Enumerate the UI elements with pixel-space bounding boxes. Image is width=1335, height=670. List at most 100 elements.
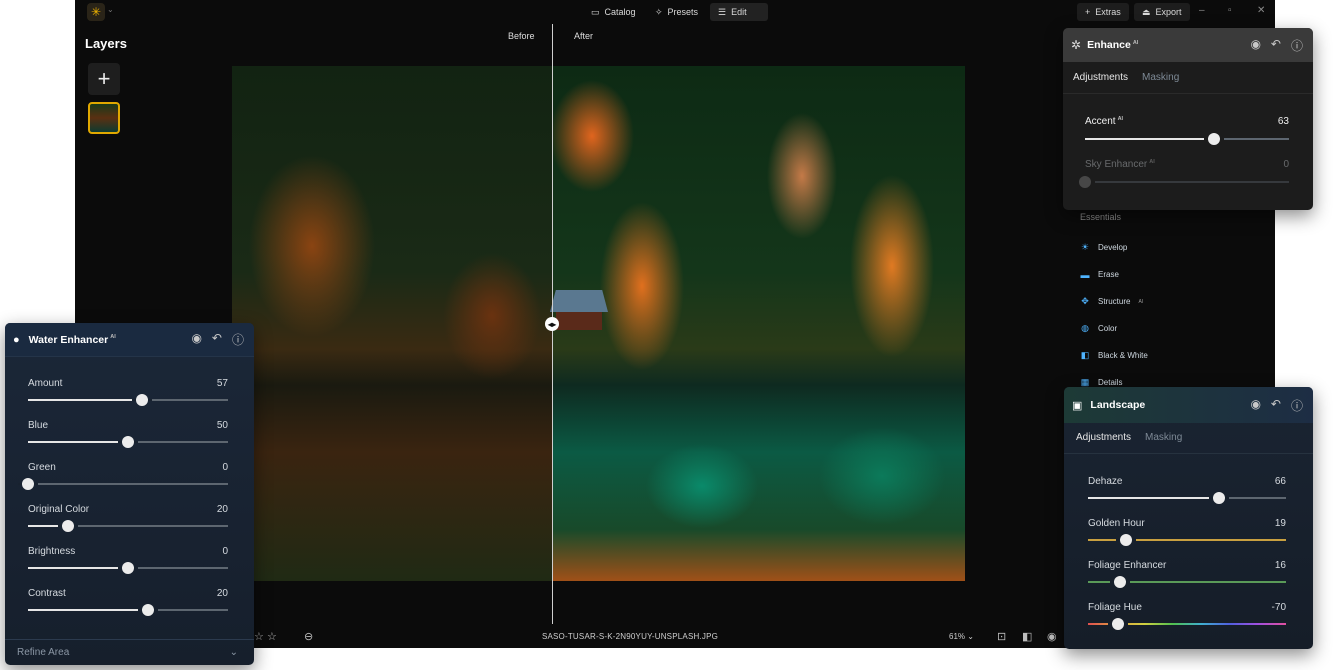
extras-button[interactable]: + Extras xyxy=(1077,3,1129,21)
presets-tab[interactable]: ✧ Presets xyxy=(647,3,706,21)
info-icon[interactable]: ⓘ xyxy=(232,331,244,348)
tab-adjustments[interactable]: Adjustments xyxy=(1076,432,1131,453)
app-logo-icon[interactable]: ✳ xyxy=(87,3,105,21)
slider-track[interactable] xyxy=(28,562,228,574)
close-icon[interactable]: ✕ xyxy=(1257,5,1265,16)
export-label: Export xyxy=(1155,7,1182,17)
zoom-select[interactable]: 61% ⌄ xyxy=(949,632,974,641)
tab-masking[interactable]: Masking xyxy=(1142,72,1179,93)
slider-value: 0 xyxy=(1283,159,1289,170)
slider-track[interactable] xyxy=(28,520,228,532)
visibility-eye-icon[interactable]: ◉ xyxy=(1250,37,1260,54)
minimize-icon[interactable]: – xyxy=(1199,5,1205,16)
contrast-icon: ◧ xyxy=(1080,350,1090,360)
slider-row[interactable]: Dehaze 66 xyxy=(1088,476,1286,506)
sparkle-icon: ✧ xyxy=(655,6,663,17)
slider-thumb[interactable] xyxy=(136,394,148,406)
slider-fill xyxy=(28,399,142,401)
slider-label: Accent AI xyxy=(1085,116,1124,128)
essentials-item-black-white[interactable]: ◧ Black & White xyxy=(1080,342,1260,369)
essentials-item-label: Details xyxy=(1098,378,1123,387)
slider-thumb[interactable] xyxy=(1120,534,1132,546)
undo-icon[interactable]: ↶ xyxy=(212,331,222,348)
layer-thumbnail[interactable] xyxy=(88,102,120,134)
info-icon[interactable]: ⓘ xyxy=(1291,37,1303,54)
enhance-icon: ✲ xyxy=(1071,38,1082,52)
undo-icon[interactable]: ↶ xyxy=(1271,397,1281,414)
sky-enhancer-slider[interactable]: Sky Enhancer AI 0 xyxy=(1075,159,1289,189)
details-icon: ▦ xyxy=(1080,377,1090,387)
slider-row[interactable]: Amount 57 xyxy=(28,378,228,408)
slider-thumb[interactable] xyxy=(142,604,154,616)
refine-area-section[interactable]: Refine Area ⌄ xyxy=(5,639,254,665)
slider-thumb[interactable] xyxy=(1114,576,1126,588)
slider-value: 20 xyxy=(216,588,228,599)
restore-icon[interactable]: ▫ xyxy=(1228,5,1232,16)
water-drop-icon: ● xyxy=(13,333,20,346)
slider-track[interactable] xyxy=(28,436,228,448)
slider-row[interactable]: Blue 50 xyxy=(28,420,228,450)
slider-track[interactable] xyxy=(28,394,228,406)
accent-slider[interactable]: Accent AI 63 xyxy=(1085,116,1289,146)
slider-thumb[interactable] xyxy=(1208,133,1220,145)
slider-track[interactable] xyxy=(28,604,228,616)
landscape-tabs: Adjustments Masking xyxy=(1064,432,1313,454)
tab-masking[interactable]: Masking xyxy=(1145,432,1182,453)
undo-icon[interactable]: ↶ xyxy=(1271,37,1281,54)
slider-row[interactable]: Golden Hour 19 xyxy=(1088,518,1286,548)
photo-canvas[interactable] xyxy=(232,66,965,581)
edit-tab[interactable]: ☰ Edit xyxy=(710,3,768,21)
export-icon: ⏏ xyxy=(1142,6,1151,17)
essentials-item-structure[interactable]: ✥ Structure AI xyxy=(1080,288,1260,315)
slider-thumb[interactable] xyxy=(62,520,74,532)
ai-badge: AI xyxy=(1138,298,1144,305)
slider-label: Amount xyxy=(28,378,63,389)
slider-thumb[interactable] xyxy=(1213,492,1225,504)
eraser-icon: ▬ xyxy=(1080,269,1090,280)
essentials-item-erase[interactable]: ▬ Erase xyxy=(1080,261,1260,288)
slider-track[interactable] xyxy=(1088,576,1286,588)
slider-track[interactable] xyxy=(1088,618,1286,630)
essentials-item-develop[interactable]: ☀ Develop xyxy=(1080,234,1260,261)
add-layer-button[interactable]: + xyxy=(88,63,120,95)
compare-handle-icon[interactable]: ◂▸ xyxy=(545,317,559,331)
info-icon[interactable]: ⓘ xyxy=(1291,397,1303,414)
slider-row[interactable]: Original Color 20 xyxy=(28,504,228,534)
slider-row[interactable]: Green 0 xyxy=(18,462,228,492)
layers-title: Layers xyxy=(85,36,127,51)
preview-eye-icon[interactable]: ◉ xyxy=(1047,630,1057,643)
catalog-tab[interactable]: ▭ Catalog xyxy=(583,3,644,21)
chevron-down-icon[interactable]: ⌄ xyxy=(107,5,114,14)
visibility-eye-icon[interactable]: ◉ xyxy=(191,331,201,348)
slider-row[interactable]: Foliage Enhancer 16 xyxy=(1088,560,1286,590)
slider-track[interactable] xyxy=(1088,534,1286,546)
slider-track[interactable] xyxy=(18,478,228,490)
slider-value: 19 xyxy=(1274,518,1286,529)
folder-icon: ▭ xyxy=(591,6,600,17)
slider-row[interactable]: Contrast 20 xyxy=(28,588,228,618)
slider-thumb[interactable] xyxy=(122,562,134,574)
slider-thumb[interactable] xyxy=(122,436,134,448)
export-button[interactable]: ⏏ Export xyxy=(1134,3,1190,21)
slider-fill xyxy=(1088,497,1219,499)
visibility-eye-icon[interactable]: ◉ xyxy=(1250,397,1260,414)
panel-title: Water Enhancer AI xyxy=(28,333,116,346)
chevron-down-icon[interactable]: ⌄ xyxy=(230,647,238,658)
slider-thumb[interactable] xyxy=(1112,618,1124,630)
palette-icon: ◍ xyxy=(1081,323,1089,333)
slider-thumb[interactable] xyxy=(1079,176,1091,188)
essentials-item-label: Black & White xyxy=(1098,351,1148,360)
slider-row[interactable]: Foliage Hue -70 xyxy=(1088,602,1286,632)
slider-track[interactable] xyxy=(1088,492,1286,504)
slider-thumb[interactable] xyxy=(22,478,34,490)
tab-adjustments[interactable]: Adjustments xyxy=(1073,72,1128,93)
water-header: ● Water Enhancer AI ◉ ↶ ⓘ xyxy=(5,323,254,357)
essentials-item-color[interactable]: ◍ Color xyxy=(1080,315,1260,342)
fit-screen-icon[interactable]: ⊡ xyxy=(997,630,1006,643)
after-image xyxy=(552,66,965,581)
slider-row[interactable]: Brightness 0 xyxy=(28,546,228,576)
compare-view-icon[interactable]: ◧ xyxy=(1022,630,1032,643)
essentials-panel: Essentials ☀ Develop ▬ Erase ✥ Structure… xyxy=(1080,212,1260,396)
enhance-tabs: Adjustments Masking xyxy=(1063,72,1313,94)
slider-fill xyxy=(28,441,128,443)
